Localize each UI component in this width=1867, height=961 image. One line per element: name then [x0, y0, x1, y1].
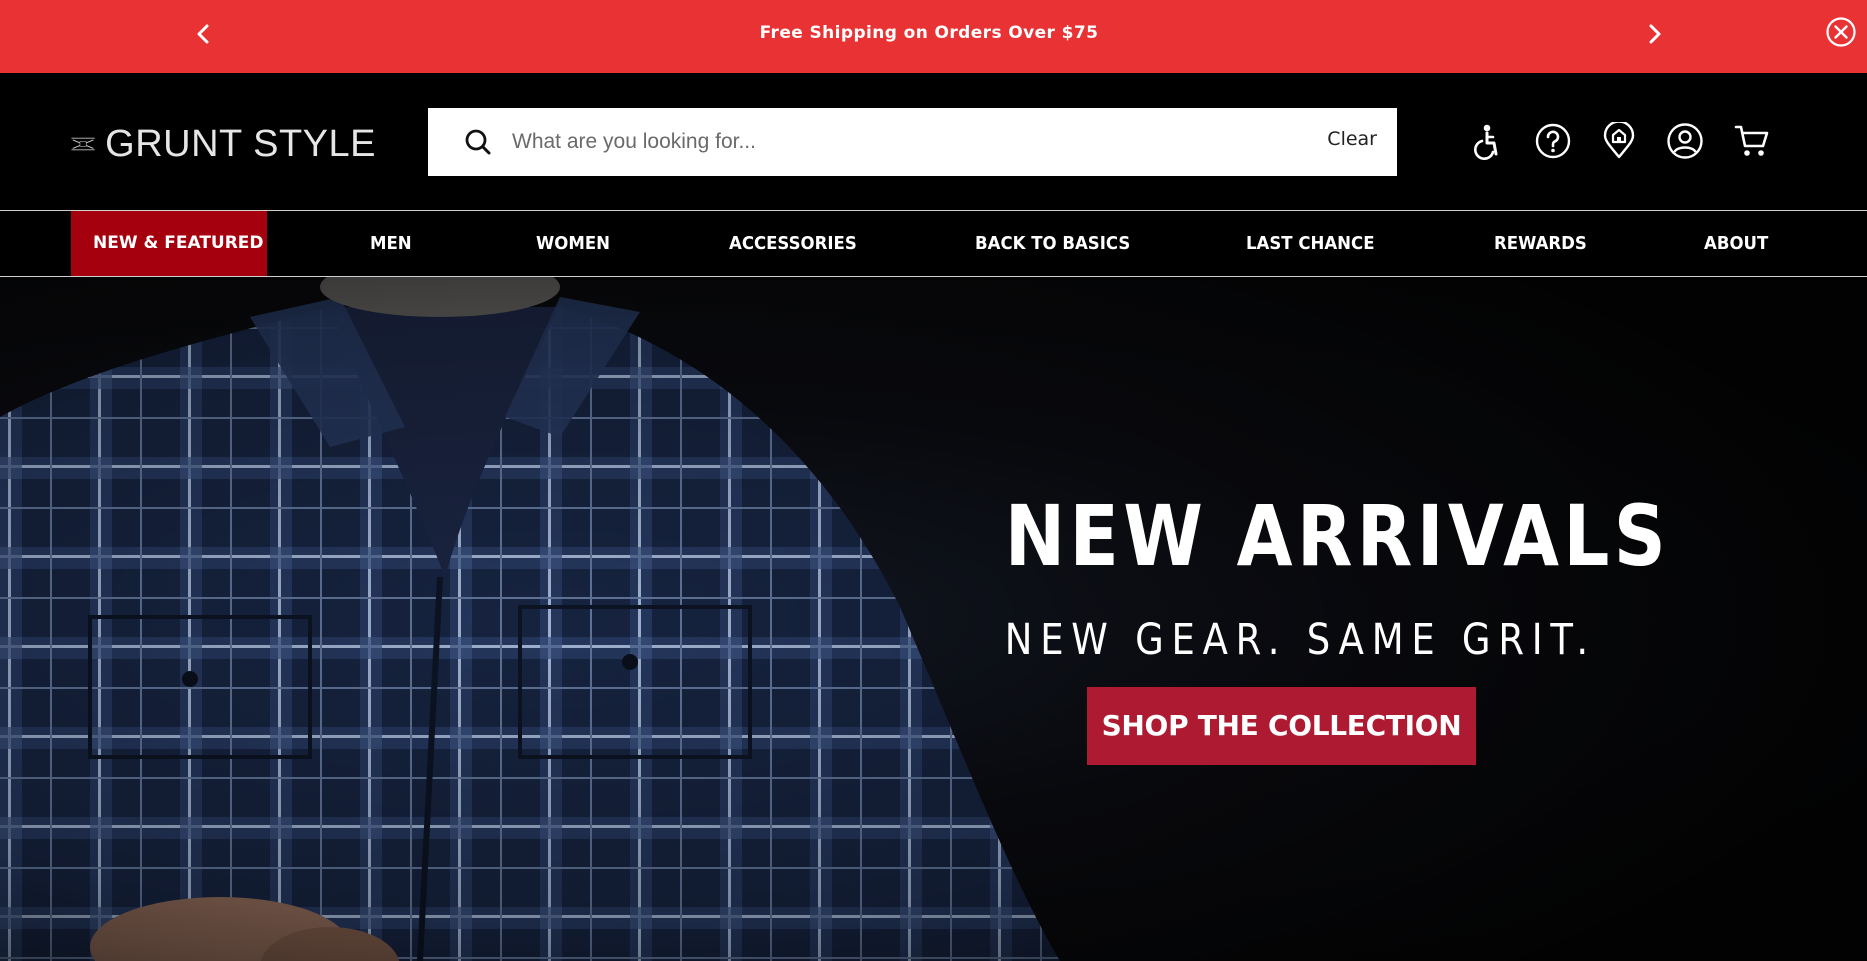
search-icon[interactable]	[464, 128, 492, 156]
hero-banner[interactable]: NEW ARRIVALS NEW GEAR. SAME GRIT. SHOP T…	[0, 277, 1867, 961]
nav-item-back-to-basics[interactable]: BACK TO BASICS	[975, 211, 1130, 276]
account-icon[interactable]	[1666, 122, 1704, 160]
hero-headline: NEW ARRIVALS	[1004, 487, 1671, 585]
chevron-right-icon	[1649, 24, 1661, 44]
store-locator-icon[interactable]	[1600, 122, 1638, 160]
search-bar: Clear	[428, 108, 1397, 176]
logo-wordmark: GRUNT STYLE	[105, 122, 376, 165]
nav-item-new-featured[interactable]: NEW & FEATURED	[71, 211, 267, 276]
nav-item-accessories[interactable]: ACCESSORIES	[729, 211, 857, 276]
site-header: GRUNT STYLE Clear	[0, 73, 1867, 211]
shop-collection-button[interactable]: SHOP THE COLLECTION	[1087, 687, 1476, 765]
search-clear-button[interactable]: Clear	[1327, 128, 1377, 150]
announcement-message: Free Shipping on Orders Over $75	[759, 23, 1099, 43]
search-input[interactable]	[512, 122, 1272, 162]
nav-item-men[interactable]: MEN	[370, 211, 412, 276]
nav-item-women[interactable]: WOMEN	[536, 211, 610, 276]
main-nav: NEW & FEATURED MEN WOMEN ACCESSORIES BAC…	[0, 211, 1867, 277]
close-circle-icon	[1826, 17, 1856, 47]
help-icon[interactable]	[1534, 122, 1572, 160]
hero-subheadline: NEW GEAR. SAME GRIT.	[1004, 615, 1596, 665]
logo-crossed-rifles-icon	[71, 137, 95, 151]
nav-item-rewards[interactable]: REWARDS	[1494, 211, 1587, 276]
site-logo[interactable]: GRUNT STYLE	[71, 122, 376, 166]
nav-item-about[interactable]: ABOUT	[1704, 211, 1768, 276]
announcement-bar: Free Shipping on Orders Over $75	[0, 0, 1867, 73]
announcement-next-button[interactable]	[1640, 19, 1670, 49]
accessibility-icon[interactable]	[1468, 122, 1506, 160]
announcement-close-button[interactable]	[1825, 16, 1857, 48]
cart-icon[interactable]	[1733, 122, 1771, 160]
nav-item-last-chance[interactable]: LAST CHANCE	[1246, 211, 1375, 276]
